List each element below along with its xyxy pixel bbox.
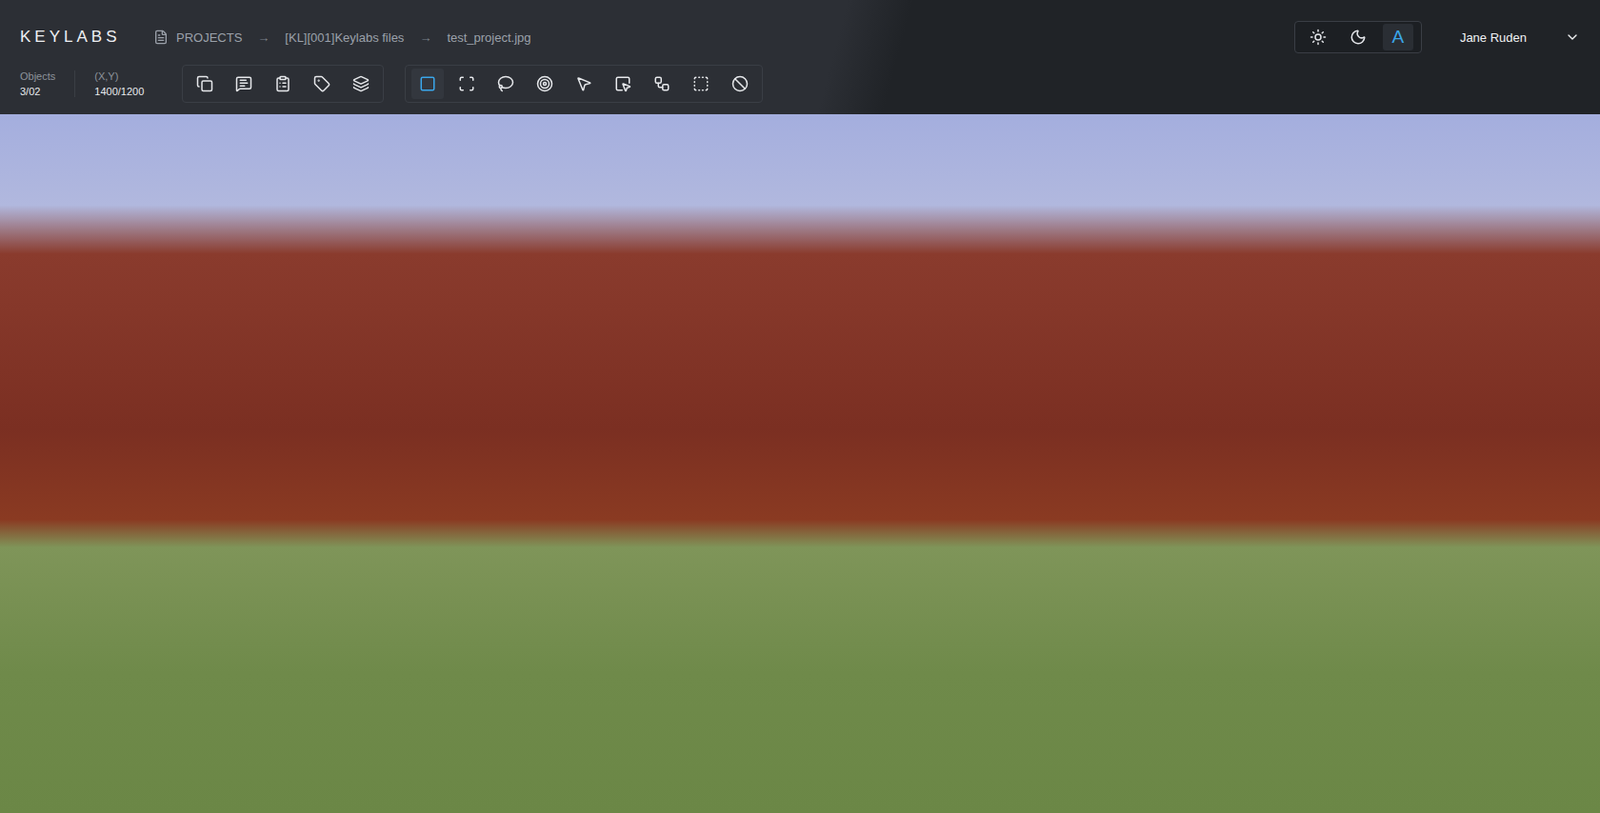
document-icon <box>153 29 169 45</box>
points-icon <box>458 75 476 93</box>
breadcrumb-item[interactable]: PROJECTS <box>153 29 242 45</box>
target-icon <box>536 75 554 93</box>
select-icon <box>614 75 632 93</box>
breadcrumb-item[interactable]: [KL][001]Keylabs files <box>284 30 404 45</box>
breadcrumbs: PROJECTS → [KL][001]Keylabs files → test_pro… <box>153 29 1295 45</box>
stat: Objects3/02 <box>20 70 76 98</box>
tag-icon <box>313 75 331 93</box>
logo[interactable]: KEYLABS <box>20 27 154 47</box>
tool-button[interactable] <box>450 68 483 100</box>
user-menu[interactable]: Jane Ruden <box>1460 29 1580 45</box>
tool-button[interactable] <box>606 68 640 100</box>
tool-button[interactable] <box>227 68 260 100</box>
tool-button[interactable] <box>344 68 378 100</box>
list-icon <box>274 75 292 93</box>
tool-button[interactable] <box>684 68 718 100</box>
clear-icon <box>731 75 749 93</box>
header: KEYLABSPROJECTS → [KL][001]Keylabs files → t… <box>0 0 1600 115</box>
breadcrumb-item[interactable]: test_project.jpg <box>446 30 531 45</box>
tool-button[interactable] <box>188 68 221 100</box>
breadcrumb-separator: → <box>419 30 432 45</box>
tool-button[interactable] <box>489 68 522 100</box>
tool-button[interactable] <box>723 68 757 100</box>
comment-icon <box>235 75 253 93</box>
copy-icon <box>196 75 214 93</box>
lasso-icon <box>497 75 515 93</box>
theme-option[interactable] <box>1302 23 1334 51</box>
theme-option[interactable]: A <box>1382 23 1414 51</box>
breadcrumb-separator: → <box>257 30 270 45</box>
moon-icon <box>1349 28 1367 46</box>
theme-option[interactable] <box>1342 23 1374 51</box>
theme-switch: A <box>1294 20 1422 54</box>
stat: (X,Y)1400/1200 <box>94 70 163 98</box>
layers-icon <box>352 75 370 93</box>
top-row: KEYLABSPROJECTS → [KL][001]Keylabs files → t… <box>20 19 1580 56</box>
chevron-down-icon <box>1564 29 1580 45</box>
sun-icon <box>1309 28 1327 46</box>
panel-toolbar <box>181 64 384 103</box>
tool-button[interactable] <box>645 68 679 100</box>
grid-icon <box>692 75 710 93</box>
draw-toolbar <box>404 64 763 103</box>
app: KEYLABSPROJECTS → [KL][001]Keylabs files → t… <box>0 0 1600 813</box>
toolbar-row: Objects3/02 (X,Y)1400/1200 <box>20 64 1580 103</box>
tool-button[interactable] <box>305 68 339 100</box>
pointer-icon <box>575 75 593 93</box>
tool-button[interactable] <box>528 68 561 100</box>
annotation-canvas[interactable] <box>0 114 1600 813</box>
tool-button[interactable] <box>266 68 300 100</box>
tool-button[interactable] <box>567 68 600 100</box>
skeleton-icon <box>653 75 671 93</box>
tool-button[interactable] <box>411 68 444 100</box>
bounding-box-icon <box>419 75 437 93</box>
